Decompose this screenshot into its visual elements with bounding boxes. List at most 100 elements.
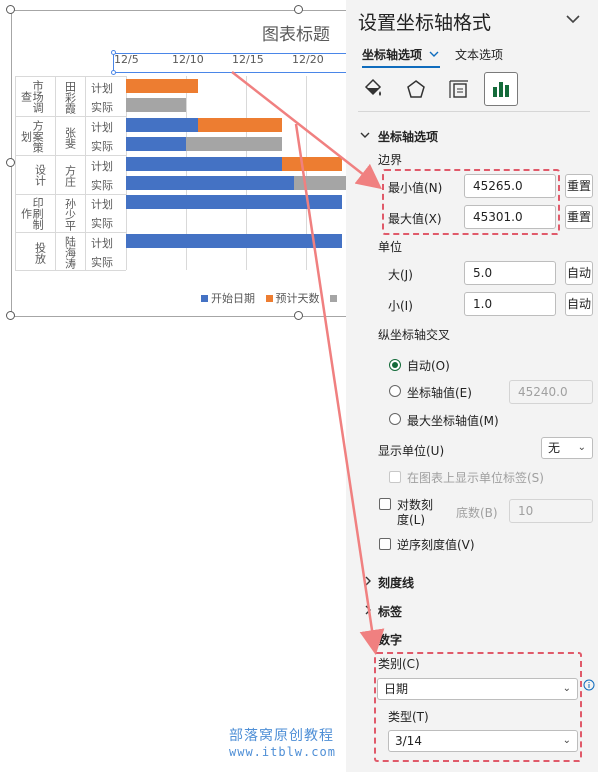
stage-label: 设计 [33,164,47,186]
bar-start-date[interactable] [126,117,198,132]
row-label: 计划 [91,121,113,134]
reverse-label[interactable]: 逆序刻度值(V) [397,536,475,553]
tab-label: 坐标轴选项 [362,48,423,62]
display-units-select[interactable]: 无 ⌄ [541,437,593,459]
chevron-down-icon: ⌄ [577,442,586,453]
resize-handle[interactable] [6,5,15,14]
fill-line-icon [364,78,382,96]
person-label: 张斐 [63,127,77,149]
log-scale-label-2[interactable]: 度(L) [397,511,425,528]
chevron-down-icon [429,51,439,57]
auto-major-button[interactable]: 自动 [565,261,593,285]
chevron-down-icon[interactable] [360,130,370,140]
row-label: 实际 [91,101,113,114]
legend-swatch [265,295,273,302]
bounds-label: 边界 [378,153,403,167]
bar-start-date[interactable] [126,234,342,249]
cross-label: 纵坐标轴交叉 [378,328,451,342]
x-tick-label: 12/20 [292,53,324,66]
size-properties-button[interactable] [442,72,476,106]
display-units-value: 无 [548,441,561,455]
category-divider [85,76,86,270]
cross-max-label[interactable]: 最大坐标轴值(M) [407,412,499,429]
minor-label: 小(I) [388,299,413,313]
person-label: 孙少平 [63,197,77,231]
axis-options-button[interactable] [484,72,518,106]
chevron-right-icon[interactable] [363,576,373,586]
section-tick-marks[interactable]: 刻度线 [378,574,414,591]
reverse-checkbox[interactable] [379,538,391,550]
section-labels[interactable]: 标签 [378,603,402,620]
stage-label: 方案策划 [19,119,45,153]
bar-actual-days[interactable] [126,98,186,113]
x-tick-label: 12/5 [114,53,139,66]
watermark-text: 部落窝原创教程 [229,728,334,744]
bar-chart-icon [493,82,509,97]
bar-start-date[interactable] [126,137,186,152]
bar-planned-days[interactable] [126,79,198,93]
section-number[interactable]: 数字 [378,631,402,648]
bar-actual-days[interactable] [186,137,282,152]
cross-auto-label[interactable]: 自动(O) [407,357,450,374]
bar-planned-days[interactable] [198,117,282,132]
resize-handle[interactable] [294,5,303,14]
chevron-right-icon[interactable] [363,605,373,615]
row-label: 实际 [91,217,113,230]
cross-value-input[interactable]: 45240.0 [509,380,593,404]
category-divider [15,232,126,233]
cross-value-label[interactable]: 坐标轴值(E) [407,384,472,401]
x-tick-label: 12/10 [172,53,204,66]
axis-handle[interactable] [111,70,116,75]
stage-label: 投放 [33,242,47,264]
minor-unit-input[interactable]: 1.0 [464,292,556,316]
person-label: 陆海涛 [63,235,77,269]
log-scale-checkbox[interactable] [379,498,391,510]
bar-start-date[interactable] [126,176,294,190]
tab-text-options[interactable]: 文本选项 [455,46,503,63]
legend-label: 预计天数 [275,292,320,305]
category-divider [15,76,126,77]
format-axis-pane: 设置坐标轴格式 坐标轴选项 文本选项 坐标轴选项 边界 最小值(N) 45265… [346,0,598,772]
show-units-checkbox[interactable] [389,471,401,483]
size-properties-icon [449,80,468,98]
resize-handle[interactable] [294,311,303,320]
stage-label: 市场调查 [19,79,45,113]
bar-start-date[interactable] [126,195,342,210]
chart-title[interactable]: 图表标题 [262,20,330,45]
chevron-down-icon[interactable] [564,10,582,28]
major-unit-input[interactable]: 5.0 [464,261,556,285]
bar-start-date[interactable] [126,156,282,171]
auto-minor-button[interactable]: 自动 [565,292,593,316]
cross-value-radio[interactable] [389,385,401,397]
base-label: 底数(B) [456,506,498,520]
row-label: 实际 [91,140,113,153]
row-label: 实际 [91,179,113,192]
legend-swatch [330,295,337,302]
cross-auto-radio[interactable] [389,359,401,371]
reset-max-button[interactable]: 重置 [565,205,593,229]
row-label: 实际 [91,256,113,269]
legend[interactable]: 开始日期 预计天数 [201,290,340,306]
category-divider [15,270,126,271]
resize-handle[interactable] [6,311,15,320]
cross-max-radio[interactable] [389,413,401,425]
base-input[interactable]: 10 [509,499,593,523]
pane-title: 设置坐标轴格式 [358,12,492,34]
effects-button[interactable] [399,72,433,106]
bar-actual-days[interactable] [294,176,346,190]
tab-underline [362,66,440,68]
bar-planned-days[interactable] [282,156,342,171]
resize-handle[interactable] [6,158,15,167]
legend-swatch [201,295,208,302]
tab-axis-options[interactable]: 坐标轴选项 [362,46,439,63]
watermark-url: www.itblw.com [229,745,336,759]
info-icon[interactable] [583,679,595,691]
section-axis-options[interactable]: 坐标轴选项 [378,128,438,145]
row-label: 计划 [91,198,113,211]
fill-line-button[interactable] [356,72,390,106]
reset-min-button[interactable]: 重置 [565,174,593,198]
legend-label: 开始日期 [211,292,255,305]
stage-label: 印刷制作 [19,196,45,230]
row-label: 计划 [91,160,113,173]
chevron-down-icon[interactable] [363,633,373,643]
